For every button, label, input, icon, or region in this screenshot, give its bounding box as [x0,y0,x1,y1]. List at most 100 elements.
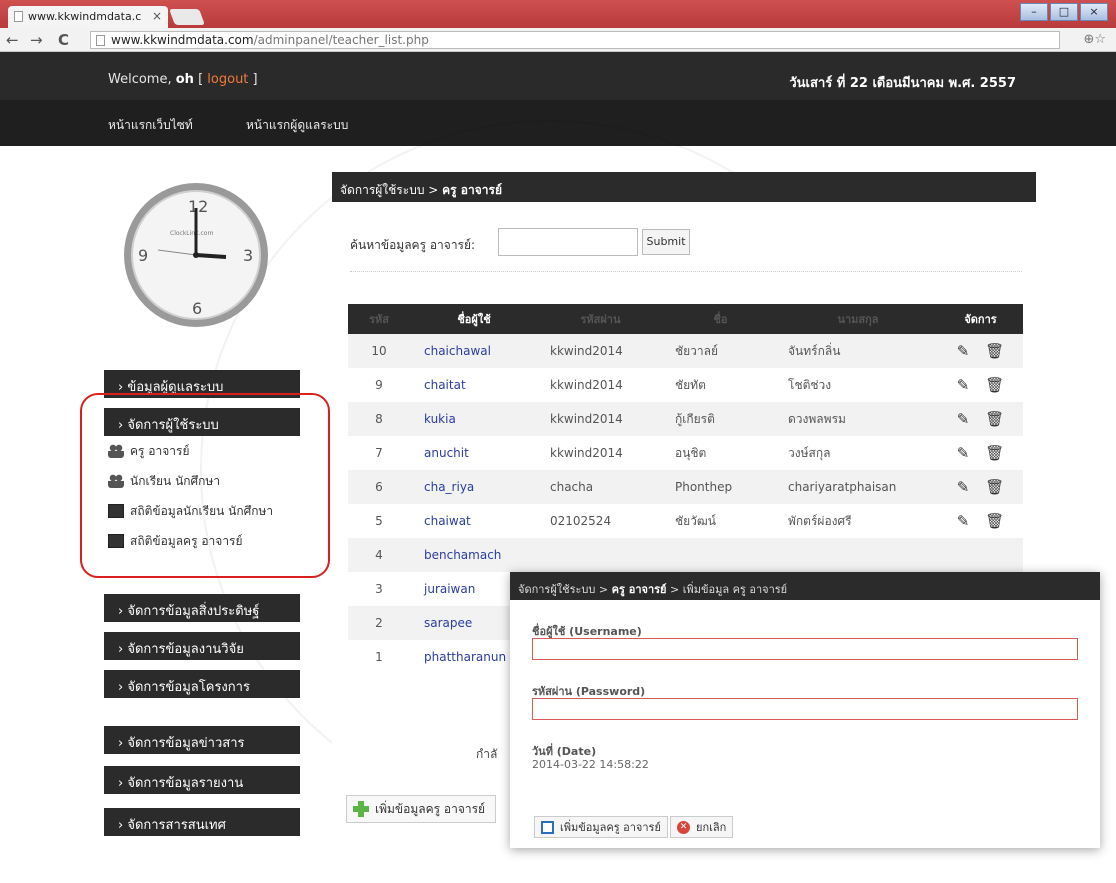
cell-actions: ✎ 🗑 [938,402,1023,436]
sidebar-information[interactable]: › จัดการสารสนเทศ [104,808,300,836]
browser-tab[interactable]: www.kkwindmdata.c × [8,6,168,28]
delete-icon[interactable]: 🗑 [985,410,1004,428]
delete-icon[interactable]: 🗑 [985,342,1004,360]
clock-number-9: 9 [138,246,148,265]
delete-icon[interactable]: 🗑 [985,512,1004,530]
window-controls: – □ × [1020,3,1108,21]
form-breadcrumb-mid: ครู อาจารย์ [611,583,667,596]
sidebar-projects[interactable]: › จัดการข้อมูลโครงการ [104,670,300,698]
cell-last-name: chariyaratphaisan [788,480,897,494]
cell-id: 2 [375,616,383,630]
table-row: 8 kukia kkwind2014 กู้เกียรติ ดวงพลพรม ✎ 🗑 [348,402,1023,436]
edit-icon[interactable]: ✎ [957,478,970,496]
save-label: เพิ่มข้อมูลครู อาจารย์ [560,821,661,834]
plus-icon [353,801,369,817]
welcome-prefix: Welcome, [108,72,172,87]
col-id: รหัส [369,313,389,326]
minimize-button[interactable]: – [1020,3,1048,21]
username-field[interactable] [532,638,1078,660]
delete-icon[interactable]: 🗑 [985,376,1004,394]
username-link[interactable]: juraiwan [424,582,475,596]
tab-title: www.kkwindmdata.c [28,10,142,23]
sidebar-research[interactable]: › จัดการข้อมูลงานวิจัย [104,632,300,660]
table-row: 7 anuchit kkwind2014 อนุชิต วงษ์สกุล ✎ 🗑 [348,436,1023,470]
save-icon [541,820,554,834]
password-field[interactable] [532,698,1078,720]
save-teacher-button[interactable]: เพิ่มข้อมูลครู อาจารย์ [534,816,668,838]
cell-password: chacha [550,480,594,494]
breadcrumb: จัดการผู้ใช้ระบบ > ครู อาจารย์ [332,172,1036,202]
back-icon[interactable]: ← [6,31,19,49]
zoom-bookmark-icon[interactable]: ⊕☆ [1083,32,1106,47]
cell-username: chaitat [410,368,538,402]
username-link[interactable]: phattharanun [424,650,506,664]
url-host: www.kkwindmdata.com [111,33,254,47]
cell-first-name: กู้เกียรติ [675,411,715,426]
delete-icon[interactable]: 🗑 [985,478,1004,496]
search-input[interactable] [498,228,638,256]
search-label: ค้นหาข้อมูลครู อาจารย์: [350,238,476,252]
submit-button[interactable]: Submit [642,229,690,255]
cell-username: chaichawal [410,334,538,368]
delete-icon[interactable]: 🗑 [985,444,1004,462]
username-link[interactable]: benchamach [424,548,501,562]
cell-username: benchamach [410,538,538,572]
new-tab-button[interactable] [169,9,205,25]
nav-website-home[interactable]: หน้าแรกเว็บไซท์ [108,116,193,135]
loading-text: กำลั [476,747,498,761]
edit-icon[interactable]: ✎ [957,444,970,462]
divider [350,271,1022,272]
cell-id: 6 [375,480,383,494]
edit-icon[interactable]: ✎ [957,376,970,394]
forward-icon[interactable]: → [30,31,43,49]
page-icon [14,11,23,22]
page-icon [96,35,105,46]
add-teacher-button[interactable]: เพิ่มข้อมูลครู อาจารย์ [346,795,497,823]
edit-icon[interactable]: ✎ [957,410,970,428]
maximize-button[interactable]: □ [1050,3,1078,21]
reload-icon[interactable]: C [58,31,69,49]
col-first-name: ชื่อ [713,313,728,326]
sidebar-news[interactable]: › จัดการข้อมูลข่าวสาร [104,726,300,754]
cell-actions [938,538,1023,572]
username-link[interactable]: chaiwat [424,514,471,528]
close-window-button[interactable]: × [1080,3,1108,21]
edit-icon[interactable]: ✎ [957,342,970,360]
cell-last-name: โชติช่วง [788,377,832,392]
cancel-icon: ✕ [677,820,690,834]
username-link[interactable]: kukia [424,412,456,426]
username-link[interactable]: sarapee [424,616,472,630]
cell-actions: ✎ 🗑 [938,436,1023,470]
cell-actions: ✎ 🗑 [938,470,1023,504]
cell-id: 9 [375,378,383,392]
edit-icon[interactable]: ✎ [957,512,970,530]
username-link[interactable]: cha_riya [424,480,474,494]
breadcrumb-parent: จัดการผู้ใช้ระบบ > [340,183,439,197]
logout-link[interactable]: logout [207,72,248,87]
cell-id: 1 [375,650,383,664]
username-link[interactable]: chaichawal [424,344,491,358]
clock-widget: 12 3 6 9 ClockLink.com [124,183,268,327]
address-bar: ← → C www.kkwindmdata.com/adminpanel/tea… [0,28,1116,52]
nav-admin-home[interactable]: หน้าแรกผู้ดูแลระบบ [246,116,348,135]
table-row: 5 chaiwat 02102524 ชัยวัฒน์ พักตร์ผ่องศรี ✎ 🗑 [348,504,1023,538]
clock-number-12: 12 [188,197,208,216]
form-breadcrumb-current: > เพิ่มข้อมูล ครู อาจารย์ [669,583,788,596]
username-link[interactable]: chaitat [424,378,466,392]
table-row: 6 cha_riya chacha Phonthep chariyaratphaisan… [348,470,1023,504]
browser-tabbar: www.kkwindmdata.c × – □ × [0,0,1116,28]
tab-close-icon[interactable]: × [152,9,162,23]
sidebar-inventions[interactable]: › จัดการข้อมูลสิ่งประดิษฐ์ [104,594,300,622]
cancel-button[interactable]: ✕ ยกเลิก [670,816,734,838]
form-breadcrumb: จัดการผู้ใช้ระบบ > ครู อาจารย์ > เพิ่มข้… [510,572,1100,600]
add-teacher-form: จัดการผู้ใช้ระบบ > ครู อาจารย์ > เพิ่มข้… [510,572,1100,848]
cell-first-name [663,538,778,572]
sidebar-reports[interactable]: › จัดการข้อมูลรายงาน [104,766,300,794]
cell-username: chaiwat [410,504,538,538]
cell-id: 3 [375,582,383,596]
username-link[interactable]: anuchit [424,446,469,460]
col-username: ชื่อผู้ใช้ [457,313,491,326]
cell-last-name: ดวงพลพรม [788,411,846,426]
url-field[interactable]: www.kkwindmdata.com/adminpanel/teacher_l… [90,31,1060,49]
cell-username: kukia [410,402,538,436]
